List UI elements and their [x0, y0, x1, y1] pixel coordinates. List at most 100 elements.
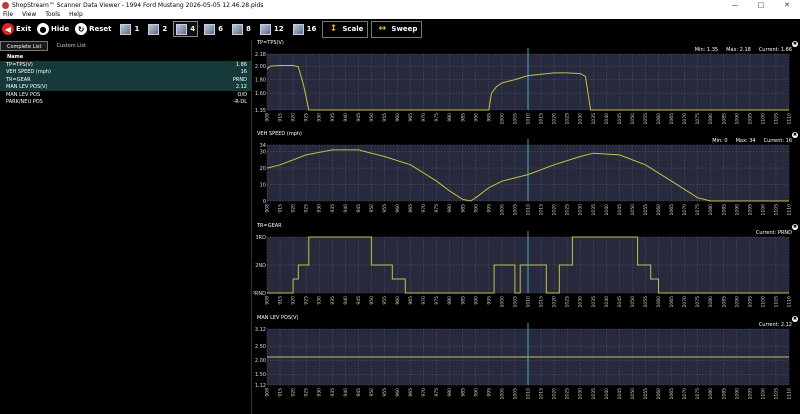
x-tick-label: 1060: [656, 113, 662, 125]
x-tick-label: 955: [382, 204, 388, 213]
graph-panel[interactable]: TR=GEAR ✖ Current: PRND 3RD 2ND PRND 908 915 920…: [253, 223, 800, 314]
x-tick-label: 990: [473, 113, 479, 122]
x-tick-label: 960: [395, 113, 401, 122]
x-tick-label: 940: [343, 204, 349, 213]
x-tick-label: 920: [291, 204, 297, 213]
graph-panel[interactable]: TP=TPS(V) ✖ Min: 1.35 Max: 2.18 Current: 1.8…: [253, 40, 800, 131]
x-tick-label: 1090: [734, 388, 740, 400]
x-tick-label: 1005: [512, 296, 518, 308]
x-tick-label: 1040: [604, 113, 610, 125]
x-tick-label: 1110: [787, 204, 793, 216]
layout-2-button[interactable]: 2: [145, 21, 170, 37]
x-tick-label: 1070: [682, 296, 688, 308]
x-tick-label: 940: [343, 113, 349, 122]
list-item[interactable]: TP=TPS(V) 1.86: [0, 61, 251, 69]
x-tick-label: 945: [356, 388, 362, 397]
x-tick-label: 908: [265, 204, 271, 213]
layout-12-button[interactable]: 12: [257, 21, 287, 37]
x-tick-label: 980: [447, 388, 453, 397]
x-tick-label: 1035: [591, 388, 597, 400]
x-tick-label: 985: [460, 204, 466, 213]
layout-4-button[interactable]: 4: [173, 21, 199, 37]
exit-button[interactable]: ◀ Exit: [2, 21, 31, 37]
x-tick-label: 925: [304, 204, 310, 213]
y-tick-label: 1.35: [255, 108, 266, 114]
x-tick-label: 1015: [539, 204, 545, 216]
x-tick-label: 960: [395, 296, 401, 305]
list-item[interactable]: TR=GEAR PRND: [0, 76, 251, 84]
list-tabs: Complete List Custom List: [0, 41, 251, 51]
x-tick-label: 1000: [499, 113, 505, 125]
graph-panel[interactable]: MAN LEV POS(V) ✖ Current: 2.12 3.12 2.50 2.00…: [253, 315, 800, 406]
x-tick-label: 1015: [539, 296, 545, 308]
x-tick-label: 1005: [512, 388, 518, 400]
x-tick-label: 1030: [578, 204, 584, 216]
x-tick-label: 1010: [526, 296, 532, 308]
graph-panel[interactable]: VEH SPEED (mph) ✖ Min: 0 Max: 34 Current: 16…: [253, 131, 800, 222]
x-tick-label: 1100: [760, 296, 766, 308]
sweep-button[interactable]: ↔ Sweep: [371, 20, 423, 38]
graph-svg: 3RD 2ND PRND908 915 920 925 930 935 940 945 950 955…: [253, 231, 793, 308]
maximize-icon[interactable]: □: [748, 1, 774, 9]
x-tick-label: 985: [460, 113, 466, 122]
list-item-name: TP=TPS(V): [6, 61, 33, 68]
menu-file[interactable]: File: [3, 11, 13, 18]
list-item[interactable]: VEH SPEED (mph) 16: [0, 68, 251, 76]
x-tick-label: 975: [434, 296, 440, 305]
x-tick-label: 1060: [656, 296, 662, 308]
x-tick-label: 1025: [565, 204, 571, 216]
x-tick-label: 1030: [578, 388, 584, 400]
x-tick-label: 995: [486, 204, 492, 213]
x-tick-label: 1065: [669, 204, 675, 216]
list-item[interactable]: MAN LEV POS(V) 2.12: [0, 83, 251, 91]
x-tick-label: 980: [447, 296, 453, 305]
x-tick-label: 1045: [617, 296, 623, 308]
reset-button[interactable]: ↻ Reset: [75, 21, 111, 37]
x-tick-label: 1110: [787, 113, 793, 125]
x-tick-label: 935: [330, 113, 336, 122]
x-tick-label: 960: [395, 204, 401, 213]
grid-icon: [148, 23, 160, 35]
x-tick-label: 965: [408, 296, 414, 305]
graph-svg: 3.12 2.50 2.00 1.50 1.12908 915 920 925 930 935 94…: [255, 323, 793, 400]
x-tick-label: 1020: [552, 113, 558, 125]
close-icon[interactable]: ✕: [774, 1, 800, 9]
x-tick-label: 1055: [643, 204, 649, 216]
x-tick-label: 1010: [526, 204, 532, 216]
list-item-name: TR=GEAR: [6, 76, 31, 83]
x-tick-label: 1025: [565, 113, 571, 125]
list-item-name: MAN LEV POS: [6, 91, 41, 98]
menu-tools[interactable]: Tools: [45, 11, 60, 18]
x-tick-label: 1010: [526, 388, 532, 400]
pid-list-panel: Complete List Custom List Name TP=TPS(V)…: [0, 40, 252, 414]
menu-help[interactable]: Help: [69, 11, 83, 18]
eye-icon: ●: [37, 23, 50, 35]
x-tick-label: 1040: [604, 388, 610, 400]
x-tick-label: 1050: [630, 113, 636, 125]
x-tick-label: 1065: [669, 113, 675, 125]
x-tick-label: 915: [278, 296, 284, 305]
scale-button[interactable]: ↕ Scale: [322, 20, 369, 38]
menu-view[interactable]: View: [22, 11, 36, 18]
layout-6-button[interactable]: 6: [201, 21, 226, 37]
x-tick-label: 1075: [695, 388, 701, 400]
x-tick-label: 950: [369, 388, 375, 397]
list-item[interactable]: MAN LEV POS O/D: [0, 91, 251, 99]
x-tick-label: 925: [304, 113, 310, 122]
x-tick-label: 1070: [682, 113, 688, 125]
layout-1-button[interactable]: 1: [117, 21, 142, 37]
tab-custom-list[interactable]: Custom List: [50, 41, 92, 51]
x-tick-label: 1000: [499, 204, 505, 216]
x-tick-label: 990: [473, 388, 479, 397]
x-tick-label: 945: [356, 113, 362, 122]
x-tick-label: 1010: [526, 113, 532, 125]
layout-16-button[interactable]: 16: [290, 21, 320, 37]
minimize-icon[interactable]: —: [722, 1, 748, 9]
x-tick-label: 1065: [669, 388, 675, 400]
tab-complete-list[interactable]: Complete List: [0, 41, 49, 51]
x-tick-label: 1015: [539, 113, 545, 125]
hide-button[interactable]: ● Hide: [37, 21, 69, 37]
list-item[interactable]: PARK/NEU POS -R-DL: [0, 99, 251, 107]
x-tick-label: 1020: [552, 388, 558, 400]
layout-8-button[interactable]: 8: [229, 21, 254, 37]
